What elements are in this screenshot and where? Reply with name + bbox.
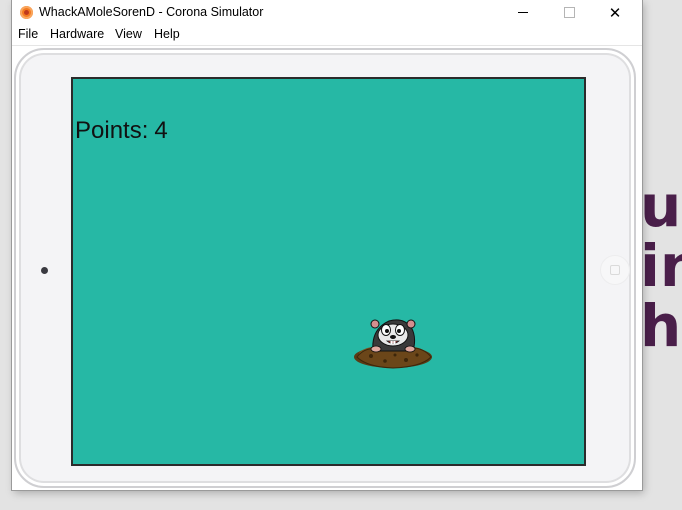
desktop-background-text: ua in hu — [640, 176, 682, 366]
background-text-line: ua — [640, 176, 682, 240]
minimize-button[interactable] — [500, 0, 546, 25]
menu-help[interactable]: Help — [154, 27, 180, 41]
menu-bar: File Hardware View Help — [12, 25, 642, 46]
window-title: WhackAMoleSorenD - Corona Simulator — [39, 5, 264, 19]
menu-view[interactable]: View — [115, 27, 142, 41]
simulator-window: WhackAMoleSorenD - Corona Simulator ✕ Fi… — [12, 0, 642, 490]
minimize-icon — [518, 12, 528, 13]
maximize-button[interactable] — [546, 0, 592, 25]
home-button[interactable] — [600, 255, 630, 285]
background-text-line: hu — [640, 292, 682, 360]
close-icon: ✕ — [608, 3, 622, 22]
simulator-content: Points: 4 — [12, 46, 642, 490]
background-text-line: in — [640, 232, 682, 300]
menu-hardware[interactable]: Hardware — [50, 27, 104, 41]
corona-app-icon — [20, 6, 33, 19]
points-display: Points: 4 — [75, 117, 168, 145]
points-label: Points: — [75, 117, 149, 144]
title-bar[interactable]: WhackAMoleSorenD - Corona Simulator ✕ — [12, 0, 642, 25]
maximize-icon — [563, 7, 575, 18]
ipad-device-frame: Points: 4 — [14, 48, 636, 488]
points-value: 4 — [154, 117, 168, 144]
menu-file[interactable]: File — [18, 27, 38, 41]
game-screen[interactable]: Points: 4 — [71, 77, 586, 466]
camera-icon — [41, 267, 48, 274]
mole-sprite[interactable] — [351, 311, 435, 375]
close-button[interactable]: ✕ — [592, 0, 638, 25]
